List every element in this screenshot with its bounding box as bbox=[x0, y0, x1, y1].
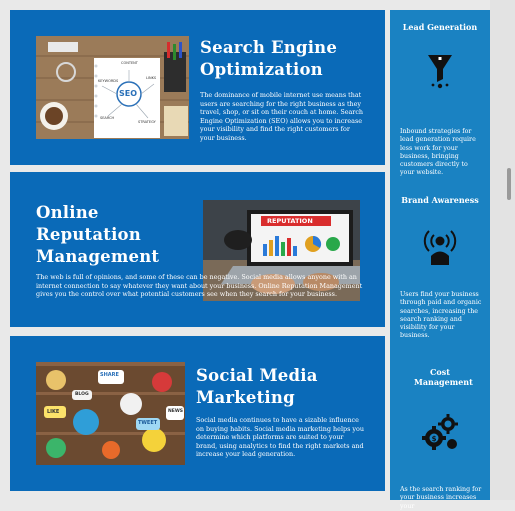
service-card-seo: SEO CONTENT KEYWORDS LINKS SEARCH STRATE… bbox=[10, 10, 385, 165]
seo-photo: SEO CONTENT KEYWORDS LINKS SEARCH STRATE… bbox=[36, 36, 189, 139]
seo-photo-label: SEO bbox=[119, 89, 138, 98]
svg-text:$: $ bbox=[432, 435, 437, 443]
social-photo-word: LIKE bbox=[47, 409, 60, 415]
social-photo-word: BLOG bbox=[75, 392, 89, 397]
seo-photo-word: SEARCH bbox=[100, 116, 115, 120]
broadcast-person-icon bbox=[423, 230, 457, 265]
social-title: Social Media Marketing bbox=[196, 366, 318, 407]
seo-title: Search Engine Optimization bbox=[200, 38, 338, 79]
funnel-icon bbox=[428, 55, 452, 89]
brand-awareness-title: Brand Awareness bbox=[401, 195, 479, 205]
seo-photo-word: LINKS bbox=[146, 76, 157, 80]
sidebar-panel: Lead Generation Inbound strategies for l… bbox=[390, 10, 490, 510]
seo-photo-word: CONTENT bbox=[121, 61, 138, 65]
seo-photo-word: KEYWORDS bbox=[98, 79, 119, 83]
reputation-description: The web is full of opinions, and some of… bbox=[36, 273, 363, 299]
social-photo-word: SHARE bbox=[100, 372, 119, 378]
reputation-photo-label: REPUTATION bbox=[267, 217, 313, 225]
scrollbar-thumb[interactable] bbox=[507, 168, 511, 200]
social-photo: SHARE LIKE TWEET BLOG NEWS bbox=[36, 362, 185, 465]
seo-photo-word: STRATEGY bbox=[138, 120, 156, 124]
service-card-reputation: Online Reputation Management REPUTATION … bbox=[10, 172, 385, 327]
service-card-social: SHARE LIKE TWEET BLOG NEWS Social Media … bbox=[10, 336, 385, 491]
seo-description: The dominance of mobile internet use mea… bbox=[200, 91, 364, 142]
reputation-title: Online Reputation Management bbox=[36, 203, 160, 266]
right-gutter bbox=[490, 0, 515, 500]
social-photo-word: NEWS bbox=[168, 409, 184, 414]
cost-management-title: Cost Management bbox=[414, 367, 473, 387]
seo-photo-graphic bbox=[36, 36, 189, 139]
social-photo-word: TWEET bbox=[138, 420, 158, 426]
gears-dollar-icon: $ bbox=[422, 414, 458, 450]
cost-management-text: As the search ranking for your business … bbox=[400, 486, 482, 510]
lead-generation-title: Lead Generation bbox=[402, 22, 478, 32]
lead-generation-text: Inbound strategies for lead generation r… bbox=[400, 128, 476, 177]
brand-awareness-text: Users find your business through paid an… bbox=[400, 291, 482, 340]
social-description: Social media continues to have a sizable… bbox=[196, 416, 364, 459]
